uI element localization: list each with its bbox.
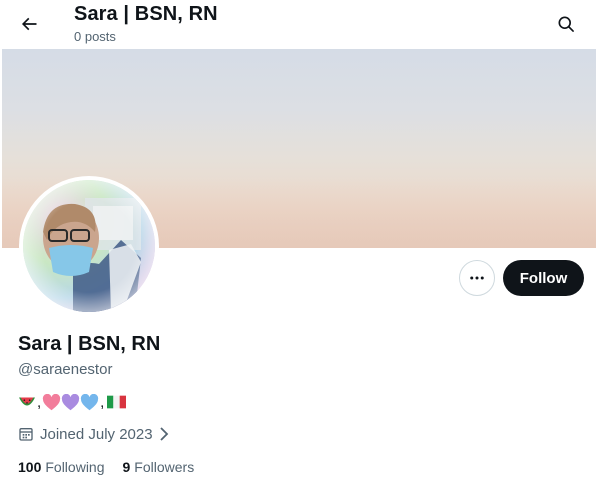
avatar-photo (23, 180, 155, 312)
avatar-frame (19, 176, 159, 316)
italy-flag-icon (107, 395, 127, 409)
light-blue-heart-icon (81, 393, 99, 410)
profile-header: Sara | BSN, RN 0 posts (0, 0, 596, 49)
chevron-right-icon (158, 427, 170, 441)
post-count: 0 posts (74, 29, 116, 44)
pink-heart-icon (43, 393, 61, 410)
search-button[interactable] (549, 7, 583, 41)
following-link[interactable]: 100 Following (18, 459, 105, 475)
profile-bio: , , (18, 392, 127, 412)
profile-handle: @saraenestor (18, 361, 113, 378)
follow-button[interactable]: Follow (503, 260, 584, 296)
purple-heart-icon (62, 393, 80, 410)
header-title: Sara | BSN, RN (74, 3, 218, 25)
followers-label: Followers (134, 459, 195, 475)
following-label: Following (45, 459, 105, 475)
following-count: 100 (18, 459, 42, 475)
arrow-left-icon (21, 17, 37, 31)
more-options-button[interactable] (459, 260, 495, 296)
followers-count: 9 (122, 459, 131, 475)
follow-stats: 100 Following 9 Followers (18, 457, 194, 477)
bio-separator: , (100, 393, 105, 411)
search-icon (558, 16, 574, 32)
watermelon-icon (19, 397, 35, 406)
joined-label: Joined July 2023 (40, 425, 153, 443)
avatar[interactable] (23, 180, 155, 312)
more-horizontal-icon (470, 276, 484, 280)
back-button[interactable] (12, 7, 46, 41)
profile-name: Sara | BSN, RN (18, 333, 161, 355)
followers-link[interactable]: 9 Followers (123, 459, 195, 475)
bio-separator: , (37, 393, 42, 411)
joined-date[interactable]: Joined July 2023 (18, 424, 170, 444)
calendar-icon (18, 426, 34, 442)
